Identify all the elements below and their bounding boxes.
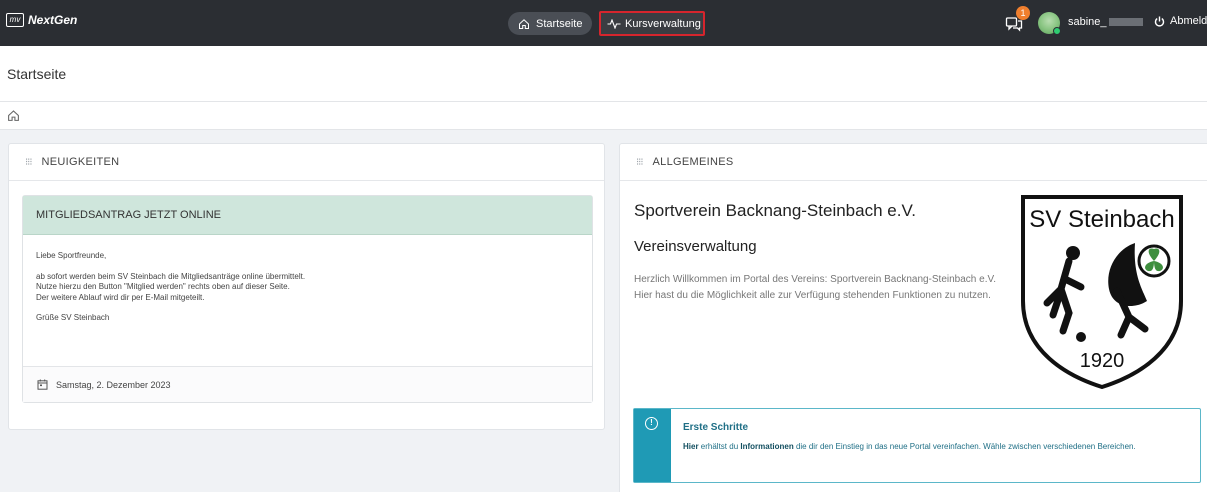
power-icon — [1154, 16, 1165, 26]
drag-handle-icon[interactable]: ⁝⁝⁝ — [636, 157, 643, 168]
general-card: ⁝⁝⁝ ALLGEMEINES Sportverein Backnang-Ste… — [619, 143, 1207, 492]
info-icon: ! — [645, 417, 658, 430]
news-line-2: Nutze hierzu den Button "Mitglied werden… — [36, 282, 290, 291]
brand-logo: mv — [6, 13, 24, 27]
news-date-footer: Samstag, 2. Dezember 2023 — [23, 366, 592, 402]
username-redacted — [1108, 18, 1143, 27]
info-bold-1: Hier — [683, 442, 699, 451]
nav-startseite-label: Startseite — [536, 17, 583, 30]
home-icon[interactable] — [7, 109, 20, 122]
organization-subtitle: Vereinsverwaltung — [634, 238, 757, 255]
user-menu[interactable]: sabine_ — [1068, 16, 1143, 28]
info-text-1: erhältst du — [698, 442, 741, 451]
club-crest-logo: SV Steinbach 1920 — [1021, 195, 1183, 389]
welcome-text: Herzlich Willkommen im Portal des Verein… — [634, 272, 1004, 304]
news-item: MITGLIEDSANTRAG JETZT ONLINE Liebe Sport… — [22, 195, 593, 403]
breadcrumb — [0, 102, 1207, 130]
brand[interactable]: mv NextGen — [6, 13, 77, 27]
info-text: Hier erhältst du Informationen die dir d… — [683, 441, 1188, 453]
nav-kursverwaltung-label: Kursverwaltung — [625, 17, 701, 30]
news-greeting: Liebe Sportfreunde, — [36, 251, 107, 260]
first-steps-info-box: ! Erste Schritte Hier erhältst du Inform… — [633, 408, 1201, 483]
online-status-dot — [1053, 27, 1061, 35]
nav-kursverwaltung-button[interactable]: Kursverwaltung — [599, 11, 705, 36]
calendar-icon — [37, 379, 48, 390]
news-card-title: NEUIGKEITEN — [41, 156, 120, 168]
news-card-header: ⁝⁝⁝ NEUIGKEITEN — [9, 144, 604, 181]
activity-icon — [607, 18, 621, 29]
welcome-line-2: Hier hast du die Möglichkeit alle zur Ve… — [634, 290, 991, 301]
news-text: ab sofort werden beim SV Steinbach die M… — [36, 272, 579, 304]
info-text-2: die dir den Einstieg in das neue Portal … — [793, 442, 1136, 451]
notification-badge: 1 — [1016, 6, 1030, 20]
general-card-title: ALLGEMEINES — [652, 156, 734, 168]
news-date: Samstag, 2. Dezember 2023 — [56, 379, 171, 390]
news-item-body: Liebe Sportfreunde, ab sofort werden bei… — [23, 235, 592, 367]
info-title: Erste Schritte — [683, 422, 749, 433]
nav-startseite-button[interactable]: Startseite — [508, 12, 593, 35]
username: sabine_ — [1068, 16, 1107, 28]
organization-name: Sportverein Backnang-Steinbach e.V. — [634, 201, 916, 220]
logout-button[interactable]: Abmelden — [1154, 15, 1207, 27]
news-item-title: MITGLIEDSANTRAG JETZT ONLINE — [23, 196, 592, 235]
info-accent-strip: ! — [634, 409, 671, 482]
news-line-3: Der weitere Ablauf wird dir per E-Mail m… — [36, 292, 205, 302]
news-card: ⁝⁝⁝ NEUIGKEITEN MITGLIEDSANTRAG JETZT ON… — [8, 143, 605, 430]
info-bold-2: Informationen — [740, 442, 794, 451]
crest-year: 1920 — [1080, 350, 1125, 372]
drag-handle-icon[interactable]: ⁝⁝⁝ — [25, 157, 32, 168]
logout-label: Abmelden — [1170, 15, 1207, 27]
svg-text:SV Steinbach: SV Steinbach — [1029, 206, 1174, 233]
page-title: Startseite — [7, 66, 67, 82]
page-header: Startseite — [0, 46, 1207, 102]
news-line-1: ab sofort werden beim SV Steinbach die M… — [36, 271, 306, 281]
general-card-header: ⁝⁝⁝ ALLGEMEINES — [620, 144, 1207, 181]
welcome-line-1: Herzlich Willkommen im Portal des Verein… — [634, 274, 997, 285]
brand-name: NextGen — [28, 13, 78, 27]
home-icon — [519, 18, 529, 29]
news-closing: Grüße SV Steinbach — [36, 313, 110, 322]
